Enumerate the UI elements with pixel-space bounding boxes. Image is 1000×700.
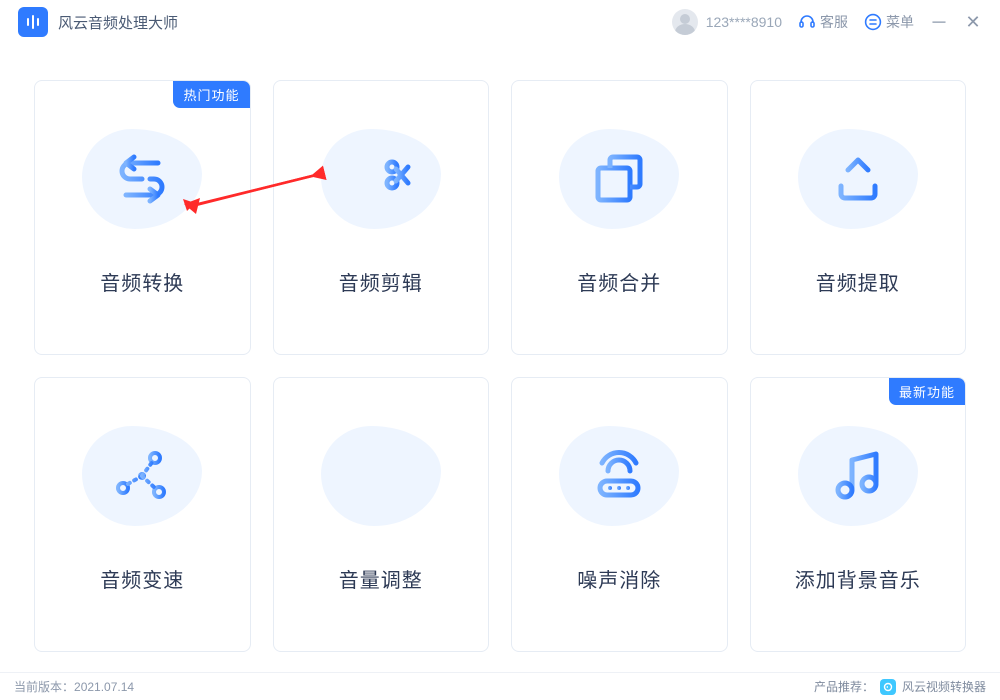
card-label: 音量调整: [339, 564, 423, 593]
user-account[interactable]: 123****8910: [672, 9, 782, 35]
support-label: 客服: [820, 12, 848, 32]
app-logo-icon: [18, 7, 48, 37]
statusbar: 当前版本： 2021.07.14 产品推荐： 风云视频转换器: [0, 672, 1000, 700]
feature-grid: 热门功能 音频转换 音频剪辑 音频合并 音频提取: [0, 44, 1000, 672]
card-label: 音频转换: [100, 267, 184, 296]
version-value: 2021.07.14: [74, 680, 134, 694]
headset-icon: [798, 13, 816, 31]
card-add-bgm[interactable]: 最新功能 添加背景音乐: [750, 377, 967, 652]
card-volume-adjust[interactable]: 音量调整: [273, 377, 490, 652]
card-label: 音频剪辑: [339, 267, 423, 296]
card-label: 音频提取: [816, 267, 900, 296]
badge-hot: 热门功能: [173, 81, 249, 108]
menu-icon: [864, 13, 882, 31]
card-audio-merge[interactable]: 音频合并: [511, 80, 728, 355]
app-title: 风云音频处理大师: [58, 12, 178, 33]
minimize-button[interactable]: －: [930, 9, 948, 35]
close-button[interactable]: ✕: [964, 12, 982, 33]
convert-icon: [82, 129, 202, 229]
recommend-prefix: 产品推荐：: [814, 678, 874, 695]
recommend-app-icon: [880, 679, 896, 695]
support-button[interactable]: 客服: [798, 12, 848, 32]
product-recommend[interactable]: 产品推荐： 风云视频转换器: [814, 678, 986, 695]
speed-icon: [82, 426, 202, 526]
card-audio-trim[interactable]: 音频剪辑: [273, 80, 490, 355]
menu-label: 菜单: [886, 12, 914, 32]
avatar-icon: [672, 9, 698, 35]
card-label: 噪声消除: [577, 564, 661, 593]
badge-new: 最新功能: [889, 378, 965, 405]
card-noise-remove[interactable]: 噪声消除: [511, 377, 728, 652]
card-audio-speed[interactable]: 音频变速: [34, 377, 251, 652]
merge-icon: [559, 129, 679, 229]
noise-icon: [559, 426, 679, 526]
card-label: 添加背景音乐: [795, 564, 921, 593]
version-prefix: 当前版本：: [14, 678, 74, 695]
card-audio-extract[interactable]: 音频提取: [750, 80, 967, 355]
card-label: 音频变速: [100, 564, 184, 593]
trim-icon: [321, 129, 441, 229]
card-audio-convert[interactable]: 热门功能 音频转换: [34, 80, 251, 355]
app-window: 风云音频处理大师 123****8910 客服 菜单 － ✕ 热门功能 音频转换: [0, 0, 1000, 700]
recommend-name: 风云视频转换器: [902, 678, 986, 695]
menu-button[interactable]: 菜单: [864, 12, 914, 32]
extract-icon: [798, 129, 918, 229]
user-id: 123****8910: [706, 14, 782, 30]
music-icon: [798, 426, 918, 526]
volume-icon: [321, 426, 441, 526]
titlebar: 风云音频处理大师 123****8910 客服 菜单 － ✕: [0, 0, 1000, 44]
card-label: 音频合并: [577, 267, 661, 296]
